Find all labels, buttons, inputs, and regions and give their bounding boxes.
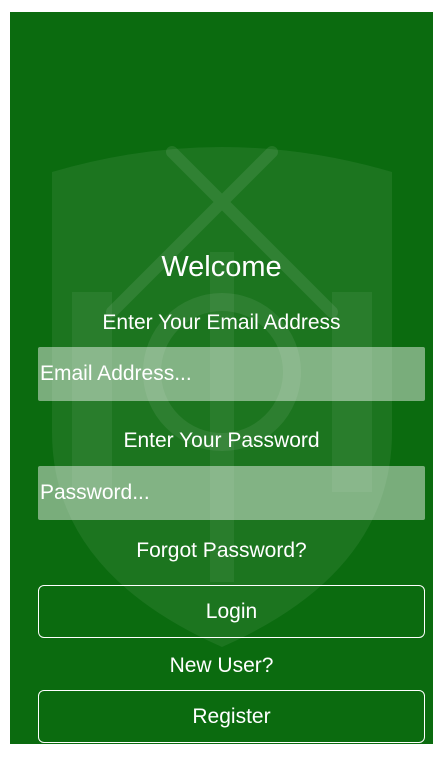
new-user-label: New User? [169, 654, 274, 677]
password-label: Enter Your Password [123, 429, 320, 452]
login-button[interactable]: Login [38, 585, 425, 638]
login-button-label: Login [205, 599, 258, 623]
email-label: Enter Your Email Address [102, 311, 341, 334]
password-field[interactable] [38, 466, 425, 520]
email-field[interactable] [38, 347, 425, 401]
page-title: Welcome [161, 251, 282, 283]
register-button[interactable]: Register [38, 690, 425, 743]
register-button-label: Register [192, 704, 271, 728]
login-screen: Welcome Enter Your Email Address Enter Y… [10, 12, 433, 744]
forgot-password-link[interactable]: Forgot Password? [10, 538, 433, 564]
